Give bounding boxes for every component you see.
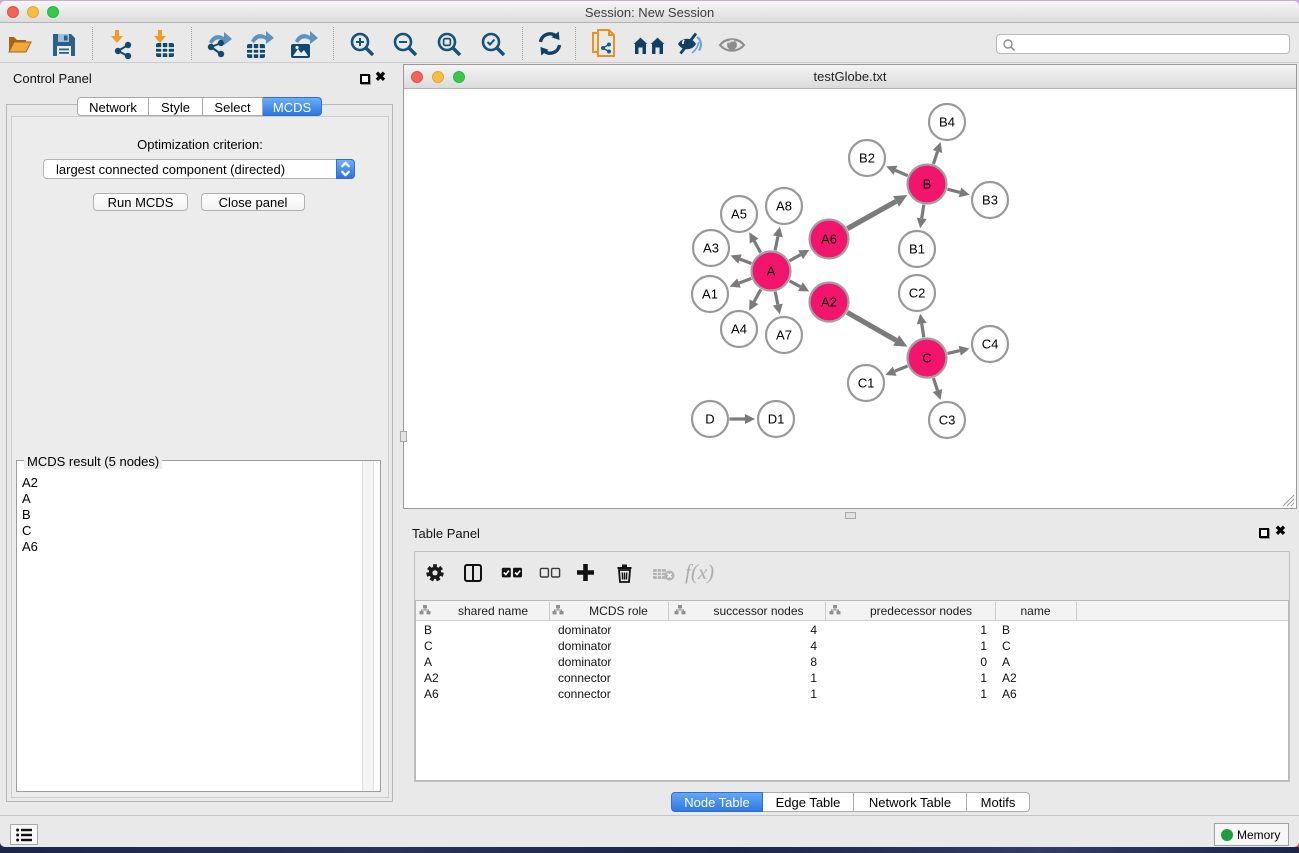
- svg-text:C3: C3: [939, 413, 956, 428]
- svg-text:B: B: [923, 177, 932, 192]
- svg-text:B4: B4: [939, 115, 955, 130]
- svg-text:A4: A4: [731, 322, 747, 337]
- svg-text:D: D: [705, 412, 714, 427]
- svg-text:B3: B3: [982, 193, 998, 208]
- svg-text:D1: D1: [768, 412, 785, 427]
- svg-text:A2: A2: [821, 295, 837, 310]
- svg-text:A3: A3: [703, 241, 719, 256]
- svg-text:A1: A1: [702, 287, 718, 302]
- svg-text:C: C: [922, 351, 931, 366]
- svg-text:A6: A6: [821, 232, 837, 247]
- svg-text:A7: A7: [776, 328, 792, 343]
- svg-text:C1: C1: [858, 376, 875, 391]
- svg-text:A8: A8: [776, 199, 792, 214]
- svg-text:C2: C2: [909, 286, 926, 301]
- svg-text:B2: B2: [859, 151, 875, 166]
- svg-text:B1: B1: [909, 242, 925, 257]
- svg-text:C4: C4: [982, 337, 999, 352]
- svg-text:A: A: [767, 264, 776, 279]
- svg-text:A5: A5: [731, 207, 747, 222]
